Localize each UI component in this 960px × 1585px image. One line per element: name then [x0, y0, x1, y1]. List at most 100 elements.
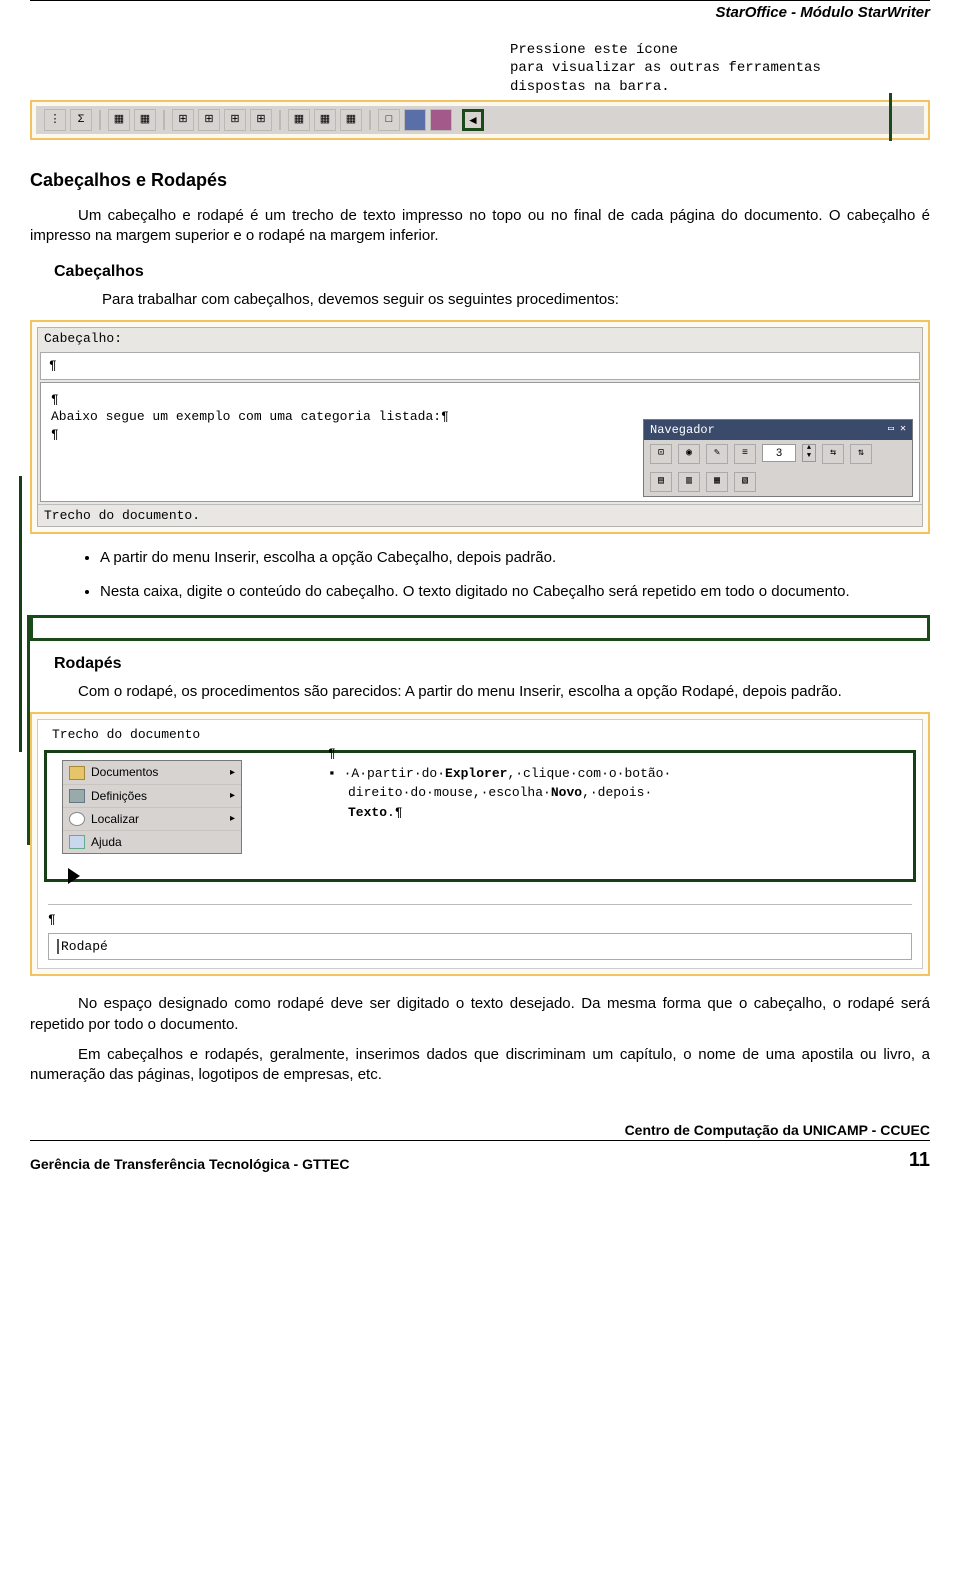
closing-paragraph-1: No espaço designado como rodapé deve ser… [30, 994, 930, 1035]
callout-connector [889, 93, 892, 141]
color-icon[interactable] [430, 109, 452, 131]
closing-paragraph-2: Em cabeçalhos e rodapés, geralmente, ins… [30, 1045, 930, 1086]
navigator-toolbar-2: ▤ ▥ ▦ ▧ [644, 468, 912, 496]
footer-field-area: ¶ Rodapé [48, 904, 912, 960]
navigator-title: Navegador [650, 422, 715, 438]
footer-org-left: Gerência de Transferência Tecnológica - … [30, 1155, 350, 1174]
toolbar: ⋮ Σ ▦ ▦ ⊞ ⊞ ⊞ ⊞ ▦ ▦ ▦ □ ◄ [36, 106, 924, 134]
nav-icon[interactable]: ▥ [678, 472, 700, 492]
menu-label: Ajuda [91, 834, 122, 850]
nav-icon[interactable]: ⇆ [822, 444, 844, 464]
nav-icon[interactable]: ◉ [678, 444, 700, 464]
grid-icon[interactable]: ⊞ [224, 109, 246, 131]
doc-bold: Novo [551, 785, 582, 800]
nav-icon[interactable]: ≡ [734, 444, 756, 464]
rodapes-paragraph: Com o rodapé, os procedimentos são parec… [30, 682, 930, 702]
header-input-highlight [30, 615, 930, 641]
header-rule [30, 0, 930, 1]
navigator-toolbar: ⊡ ◉ ✎ ≡ 3 ▲▼ ⇆ ⇅ [644, 440, 912, 468]
color-icon[interactable] [404, 109, 426, 131]
grid-icon[interactable]: ▦ [314, 109, 336, 131]
doc-bold: Texto [348, 805, 387, 820]
instruction-list: A partir do menu Inserir, escolha a opçã… [100, 548, 930, 603]
bullet-item-2: Nesta caixa, digite o conteúdo do cabeça… [100, 582, 930, 602]
nav-page-number[interactable]: 3 [762, 444, 796, 462]
cabecalho-label: Cabeçalho: [38, 328, 922, 350]
page-footer: Centro de Computação da UNICAMP - CCUEC … [30, 1121, 930, 1174]
footer-rule [30, 1140, 930, 1141]
sigma-icon[interactable]: Σ [70, 109, 92, 131]
trecho-label: Trecho do documento [52, 726, 200, 744]
nav-spinner[interactable]: ▲▼ [802, 444, 816, 462]
intro-paragraph: Um cabeçalho e rodapé é um trecho de tex… [30, 206, 930, 247]
table-icon[interactable]: ▦ [108, 109, 130, 131]
page-number: 11 [909, 1147, 930, 1174]
grid-icon[interactable]: ⊞ [172, 109, 194, 131]
nav-icon[interactable]: ▦ [706, 472, 728, 492]
navigator-titlebar: Navegador ▭ ✕ [644, 420, 912, 440]
search-icon [69, 812, 85, 826]
menu-item-ajuda[interactable]: Ajuda [63, 831, 241, 853]
menu-item-definicoes[interactable]: Definições ▸ [63, 785, 241, 808]
callout-line-3: dispostas na barra. [510, 78, 930, 96]
help-icon [69, 835, 85, 849]
doc-text: ,·depois· [582, 785, 652, 800]
toolbar-screenshot: ⋮ Σ ▦ ▦ ⊞ ⊞ ⊞ ⊞ ▦ ▦ ▦ □ ◄ [30, 100, 930, 140]
cabecalhos-paragraph: Para trabalhar com cabeçalhos, devemos s… [54, 290, 930, 310]
highlight-connector-v [19, 476, 22, 752]
table-icon[interactable]: ▦ [134, 109, 156, 131]
footer-field-screenshot: Trecho do documento Documentos ▸ Definiç… [30, 712, 930, 976]
gear-icon [69, 789, 85, 803]
cursor-pointer-icon [68, 868, 80, 884]
window-controls[interactable]: ▭ ✕ [888, 423, 906, 437]
nav-icon[interactable]: ▧ [734, 472, 756, 492]
callout-text: Pressione este ícone para visualizar as … [510, 41, 930, 96]
toolbar-separator [369, 110, 371, 130]
footer-input-field[interactable]: Rodapé [48, 933, 912, 961]
menu-label: Documentos [91, 764, 158, 780]
grid-icon[interactable]: ▦ [340, 109, 362, 131]
grid-icon[interactable]: ⊞ [198, 109, 220, 131]
submenu-arrow-icon: ▸ [230, 812, 235, 826]
menu-item-documentos[interactable]: Documentos ▸ [63, 761, 241, 784]
document-text-area: ¶ ▪ ·A·partir·do·Explorer,·clique·com·o·… [328, 744, 912, 822]
grid-icon[interactable]: ⊞ [250, 109, 272, 131]
menu-label: Definições [91, 788, 147, 804]
grid-icon[interactable]: ▦ [288, 109, 310, 131]
navigator-panel[interactable]: Navegador ▭ ✕ ⊡ ◉ ✎ ≡ 3 ▲▼ ⇆ ⇅ ▤ ▥ ▦ [643, 419, 913, 497]
doc-text: ,·clique·com·o·botão· [507, 766, 671, 781]
context-menu[interactable]: Documentos ▸ Definições ▸ Localizar ▸ Aj… [62, 760, 242, 854]
document-header: StarOffice - Módulo StarWriter [30, 3, 930, 23]
nav-icon[interactable]: ⇅ [850, 444, 872, 464]
toolbar-separator [279, 110, 281, 130]
trecho-label: Trecho do documento. [38, 504, 922, 527]
toolbar-separator [163, 110, 165, 130]
header-input-field[interactable]: ¶ [40, 352, 920, 380]
doc-text: direito·do·mouse,·escolha· [348, 785, 551, 800]
callout-line-1: Pressione este ícone [510, 41, 930, 59]
doc-text: ▪ ·A·partir·do· [328, 766, 445, 781]
folder-icon [69, 766, 85, 780]
footer-org-right: Centro de Computação da UNICAMP - CCUEC [30, 1121, 930, 1140]
toolbar-handle-icon: ⋮ [44, 109, 66, 131]
subheading-cabecalhos: Cabeçalhos [54, 261, 930, 283]
doc-bold: Explorer [445, 766, 507, 781]
footer-label: Rodapé [57, 939, 108, 954]
submenu-arrow-icon: ▸ [230, 789, 235, 803]
paragraph-mark: ¶ [51, 391, 909, 409]
expand-arrow-icon[interactable]: ◄ [462, 109, 484, 131]
menu-item-localizar[interactable]: Localizar ▸ [63, 808, 241, 831]
subheading-rodapes: Rodapés [54, 653, 930, 675]
submenu-arrow-icon: ▸ [230, 766, 235, 780]
header-field-screenshot: Cabeçalho: ¶ ¶ Abaixo segue um exemplo c… [30, 320, 930, 534]
toolbar-separator [99, 110, 101, 130]
nav-icon[interactable]: ▤ [650, 472, 672, 492]
callout-line-2: para visualizar as outras ferramentas [510, 59, 930, 77]
document-body-area: ¶ Abaixo segue um exemplo com uma catego… [40, 382, 920, 502]
nav-icon[interactable]: ⊡ [650, 444, 672, 464]
menu-label: Localizar [91, 811, 139, 827]
section-heading: Cabeçalhos e Rodapés [30, 168, 930, 192]
nav-icon[interactable]: ✎ [706, 444, 728, 464]
square-icon[interactable]: □ [378, 109, 400, 131]
toolbar-callout-figure: Pressione este ícone para visualizar as … [30, 41, 930, 140]
